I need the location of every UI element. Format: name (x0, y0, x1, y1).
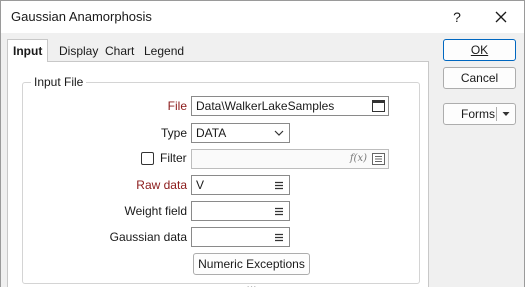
raw-data-input[interactable]: V (191, 175, 290, 195)
input-file-group-title: Input File (31, 75, 87, 89)
forms-label: Forms (461, 107, 495, 121)
cancel-label: Cancel (460, 71, 499, 85)
file-input[interactable]: Data\WalkerLakeSamples (191, 96, 389, 116)
list-icon[interactable] (371, 152, 385, 166)
file-label: File (167, 99, 187, 113)
dialog-window: Gaussian Anamorphosis ? Input Display Ch… (0, 0, 525, 287)
help-button[interactable]: ? (439, 5, 475, 29)
tab-input[interactable]: Input (7, 39, 49, 62)
gaussian-data-input[interactable] (191, 227, 290, 247)
tab-display[interactable]: Display (53, 39, 104, 61)
field-list-icon[interactable] (272, 230, 286, 244)
type-select[interactable]: DATA (191, 123, 290, 143)
filter-checkbox[interactable] (141, 152, 154, 165)
forms-split-divider (496, 107, 497, 121)
forms-button[interactable]: Forms (443, 103, 516, 125)
ok-label: OK (470, 43, 489, 57)
type-label: Type (160, 126, 187, 140)
ok-button[interactable]: OK (443, 39, 516, 61)
input-file-group: Input File File Data\WalkerLakeSamples T… (22, 75, 420, 287)
close-icon (495, 11, 507, 23)
cancel-button[interactable]: Cancel (443, 67, 516, 89)
close-button[interactable] (483, 5, 519, 29)
file-value: Data\WalkerLakeSamples (196, 99, 335, 113)
weight-field-label: Weight field (124, 204, 187, 218)
gaussian-data-label: Gaussian data (109, 230, 187, 244)
raw-data-value: V (196, 178, 205, 192)
input-tab-panel: Input File File Data\WalkerLakeSamples T… (7, 61, 429, 287)
type-value: DATA (196, 126, 227, 140)
forms-dropdown-icon[interactable] (502, 104, 510, 130)
file-browse-icon[interactable] (371, 99, 385, 113)
function-icon[interactable]: f(x) (350, 150, 367, 168)
field-list-icon[interactable] (272, 178, 286, 192)
chevron-down-icon (272, 126, 286, 140)
filter-label: Filter (160, 151, 187, 165)
weight-field-input[interactable] (191, 201, 290, 221)
filter-input[interactable]: f(x) (191, 149, 389, 169)
numeric-exceptions-button[interactable]: Numeric Exceptions ... (193, 253, 310, 287)
field-list-icon[interactable] (272, 204, 286, 218)
window-title: Gaussian Anamorphosis (11, 9, 152, 24)
title-bar: Gaussian Anamorphosis ? (1, 1, 524, 33)
raw-data-label: Raw data (136, 178, 187, 192)
tab-chart[interactable]: Chart (99, 39, 140, 61)
tab-legend[interactable]: Legend (138, 39, 190, 61)
